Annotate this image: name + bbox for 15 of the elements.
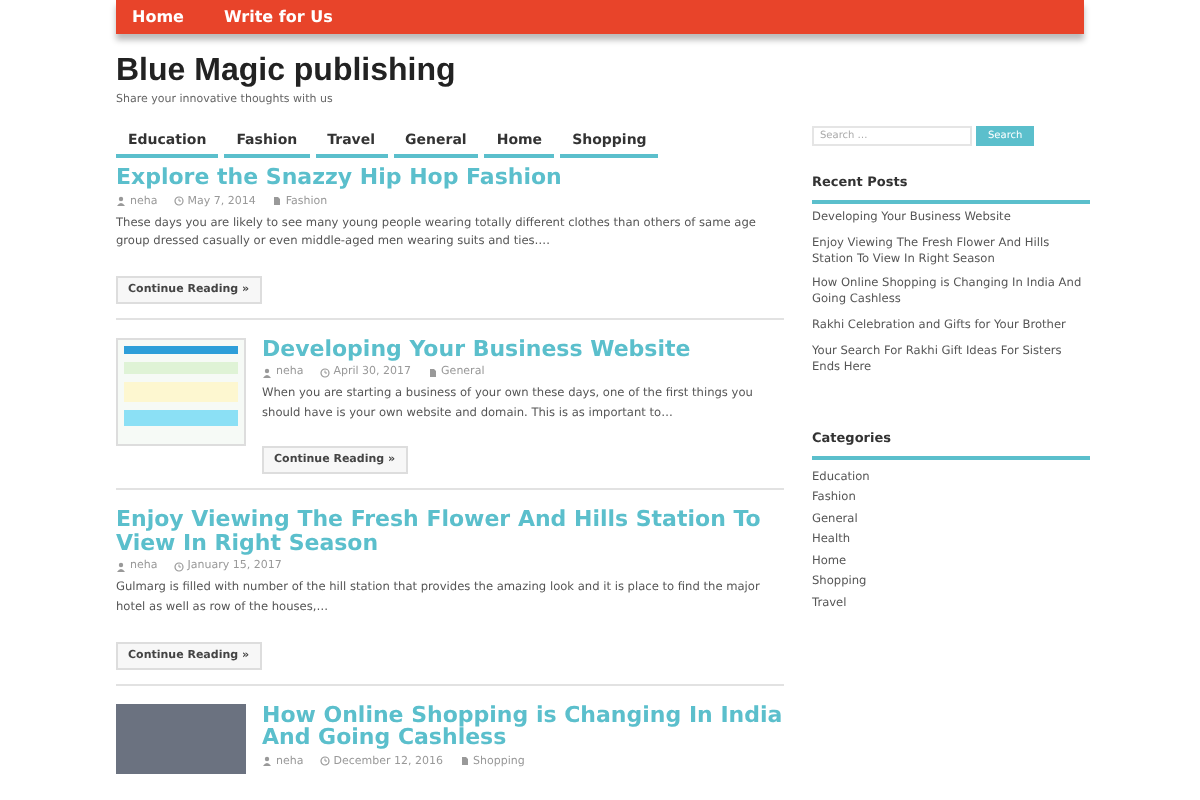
document-icon [427, 367, 438, 378]
clock-icon [173, 196, 184, 207]
document-icon [459, 756, 469, 767]
menu-link[interactable]: Home [132, 8, 184, 26]
website-screenshot-thumbnail[interactable] [116, 337, 246, 446]
menu-link[interactable]: Write for Us [223, 8, 333, 26]
clock-icon [319, 367, 330, 378]
clock-icon [319, 756, 330, 767]
document-icon [271, 196, 282, 207]
user-icon [262, 367, 272, 378]
user-icon [116, 561, 126, 572]
user-icon [116, 196, 126, 207]
site-title[interactable]: Blue Magic publishing [116, 54, 1090, 90]
user-icon [262, 756, 272, 767]
clock-icon [173, 561, 184, 572]
